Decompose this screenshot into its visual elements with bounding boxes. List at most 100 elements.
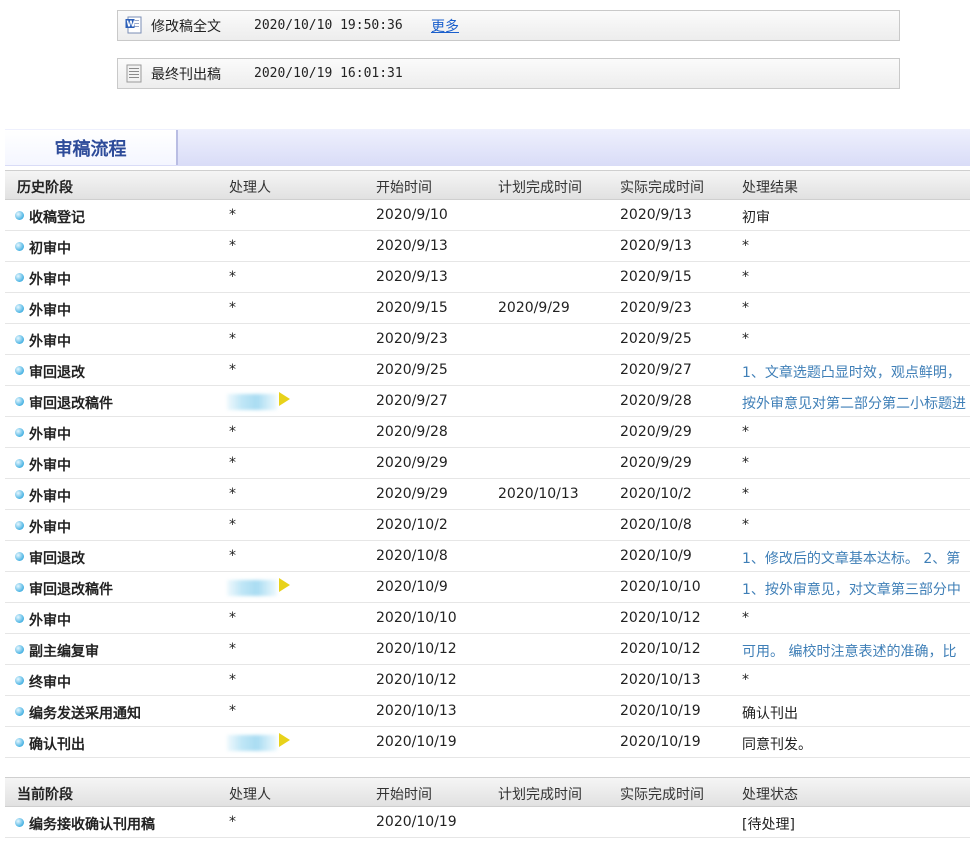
table-row[interactable]: 初审中 * 2020/9/13 2020/9/13 * xyxy=(5,231,970,262)
table-row[interactable]: 审回退改稿件 2020/10/9 2020/10/10 1、按外审意见，对文章第三部分… xyxy=(5,572,970,603)
bullet-icon xyxy=(15,583,24,592)
table-row[interactable]: 外审中 * 2020/9/29 2020/10/13 2020/10/2 * xyxy=(5,479,970,510)
result-text: * xyxy=(742,300,749,316)
file-time: 2020/10/19 16:01:31 xyxy=(254,66,403,81)
table-row[interactable]: 外审中 * 2020/10/10 2020/10/12 * xyxy=(5,603,970,634)
word-doc-icon[interactable]: W xyxy=(125,16,143,35)
start-date: 2020/10/8 xyxy=(376,548,448,564)
stage-name: 初审中 xyxy=(29,241,71,257)
bullet-icon xyxy=(15,614,24,623)
arrow-right-icon[interactable] xyxy=(279,733,290,747)
stage-name: 外审中 xyxy=(29,458,71,474)
start-date: 2020/10/2 xyxy=(376,517,448,533)
handler: * xyxy=(229,672,236,688)
done-date: 2020/10/12 xyxy=(620,641,701,657)
result-text[interactable]: 1、按外审意见，对文章第三部分中 xyxy=(742,579,961,599)
start-date: 2020/9/29 xyxy=(376,486,448,502)
col-person: 处理人 xyxy=(229,787,271,803)
arrow-right-icon[interactable] xyxy=(279,392,290,406)
handler: * xyxy=(229,424,236,440)
history-table-header: 历史阶段 处理人 开始时间 计划完成时间 实际完成时间 处理结果 xyxy=(5,170,970,200)
col-done: 实际完成时间 xyxy=(620,180,704,196)
arrow-right-icon[interactable] xyxy=(279,578,290,592)
table-row[interactable]: 收稿登记 * 2020/9/10 2020/9/13 初审 xyxy=(5,200,970,231)
start-date: 2020/10/9 xyxy=(376,579,448,595)
bullet-icon xyxy=(15,366,24,375)
result-text: * xyxy=(742,455,749,471)
done-date: 2020/10/13 xyxy=(620,672,701,688)
result-text[interactable]: 1、文章选题凸显时效，观点鲜明， xyxy=(742,362,961,382)
review-tab-bar: 审稿流程 xyxy=(5,129,970,166)
start-date: 2020/10/12 xyxy=(376,641,457,657)
table-row[interactable]: 外审中 * 2020/9/29 2020/9/29 * xyxy=(5,448,970,479)
table-row[interactable]: 外审中 * 2020/9/13 2020/9/15 * xyxy=(5,262,970,293)
stage-name: 审回退改稿件 xyxy=(29,396,113,412)
handler: * xyxy=(229,269,236,285)
planned-date: 2020/9/29 xyxy=(498,300,570,316)
table-row[interactable]: 副主编复审 * 2020/10/12 2020/10/12 可用。 编校时注意表述的准确… xyxy=(5,634,970,665)
handler: * xyxy=(229,238,236,254)
file-time: 2020/10/10 19:50:36 xyxy=(254,18,403,33)
handler: * xyxy=(229,331,236,347)
table-row[interactable]: 外审中 * 2020/9/15 2020/9/29 2020/9/23 * xyxy=(5,293,970,324)
bullet-icon xyxy=(15,552,24,561)
file-bar-final: 最终刊出稿 2020/10/19 16:01:31 xyxy=(117,58,900,89)
table-row[interactable]: 审回退改 * 2020/9/25 2020/9/27 1、文章选题凸显时效，观点鲜明， xyxy=(5,355,970,386)
start-date: 2020/9/23 xyxy=(376,331,448,347)
more-link[interactable]: 更多 xyxy=(431,16,459,36)
stage-name: 外审中 xyxy=(29,334,71,350)
stage-name: 编务接收确认刊用稿 xyxy=(29,817,155,833)
table-row[interactable]: 编务接收确认刊用稿 * 2020/10/19 [待处理] xyxy=(5,807,970,838)
table-row[interactable]: 外审中 * 2020/9/23 2020/9/25 * xyxy=(5,324,970,355)
table-row[interactable]: 外审中 * 2020/9/28 2020/9/29 * xyxy=(5,417,970,448)
document-lines-icon[interactable] xyxy=(125,64,143,83)
start-date: 2020/9/27 xyxy=(376,393,448,409)
handler: * xyxy=(229,814,236,830)
done-date: 2020/10/10 xyxy=(620,579,701,595)
bullet-icon xyxy=(15,645,24,654)
result-text: * xyxy=(742,672,749,688)
table-row[interactable]: 终审中 * 2020/10/12 2020/10/13 * xyxy=(5,665,970,696)
file-name[interactable]: 修改稿全文 xyxy=(151,16,221,36)
table-row[interactable]: 审回退改稿件 2020/9/27 2020/9/28 按外审意见对第二部分第二小标题进 xyxy=(5,386,970,417)
bullet-icon xyxy=(15,818,24,827)
bullet-icon xyxy=(15,242,24,251)
bullet-icon xyxy=(15,521,24,530)
result-text: * xyxy=(742,238,749,254)
svg-text:W: W xyxy=(127,20,136,29)
result-text[interactable]: 可用。 编校时注意表述的准确，比 xyxy=(742,641,956,661)
start-date: 2020/10/12 xyxy=(376,672,457,688)
done-date: 2020/10/19 xyxy=(620,734,701,750)
file-name[interactable]: 最终刊出稿 xyxy=(151,64,221,84)
col-stage: 历史阶段 xyxy=(17,180,73,196)
stage-name: 外审中 xyxy=(29,303,71,319)
tab-review-process[interactable]: 审稿流程 xyxy=(5,130,178,165)
handler: * xyxy=(229,455,236,471)
bullet-icon xyxy=(15,273,24,282)
handler: * xyxy=(229,641,236,657)
col-plan: 计划完成时间 xyxy=(498,787,582,803)
handler: * xyxy=(229,703,236,719)
stage-name: 编务发送采用通知 xyxy=(29,706,141,722)
stage-name: 审回退改稿件 xyxy=(29,582,113,598)
table-row[interactable]: 外审中 * 2020/10/2 2020/10/8 * xyxy=(5,510,970,541)
col-status: 处理状态 xyxy=(742,787,798,803)
bullet-icon xyxy=(15,428,24,437)
stage-name: 收稿登记 xyxy=(29,210,85,226)
planned-date: 2020/10/13 xyxy=(498,486,579,502)
bullet-icon xyxy=(15,304,24,313)
start-date: 2020/10/13 xyxy=(376,703,457,719)
start-date: 2020/9/28 xyxy=(376,424,448,440)
table-row[interactable]: 编务发送采用通知 * 2020/10/13 2020/10/19 确认刊出 xyxy=(5,696,970,727)
result-text: * xyxy=(742,610,749,626)
handler: * xyxy=(229,300,236,316)
table-row[interactable]: 确认刊出 2020/10/19 2020/10/19 同意刊发。 xyxy=(5,727,970,758)
done-date: 2020/9/29 xyxy=(620,424,692,440)
result-text[interactable]: 1、修改后的文章基本达标。 2、第 xyxy=(742,548,960,568)
table-row[interactable]: 审回退改 * 2020/10/8 2020/10/9 1、修改后的文章基本达标。 2、第 xyxy=(5,541,970,572)
start-date: 2020/10/19 xyxy=(376,734,457,750)
done-date: 2020/9/13 xyxy=(620,238,692,254)
stage-name: 终审中 xyxy=(29,675,71,691)
result-text[interactable]: 按外审意见对第二部分第二小标题进 xyxy=(742,393,966,413)
stage-name: 副主编复审 xyxy=(29,644,99,660)
